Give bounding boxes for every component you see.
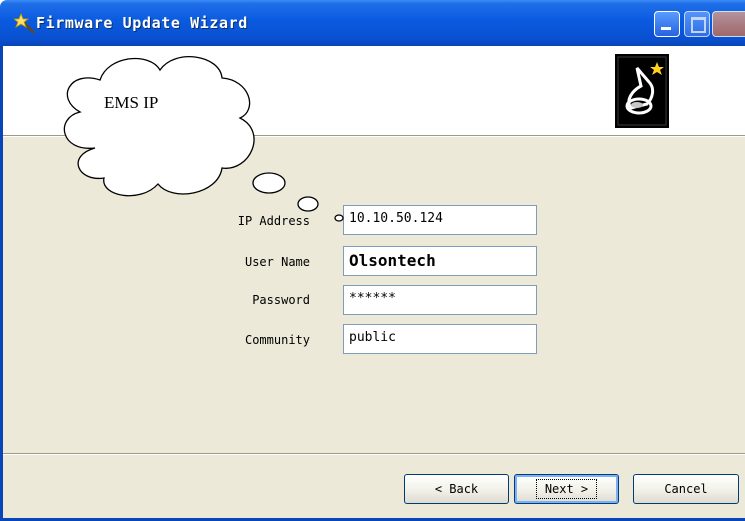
password-label: Password [252,293,310,307]
user-name-label: User Name [244,255,310,269]
callout-text: EMS IP [104,93,159,112]
minimize-button[interactable] [654,11,680,37]
user-name-input[interactable]: Olsontech [343,246,537,276]
ip-address-input[interactable]: 10.10.50.124 [343,205,537,235]
close-button[interactable] [712,11,745,37]
window-title: Firmware Update Wizard [36,14,248,32]
callout-cloud [63,56,344,222]
wizard-hat-icon [615,54,669,128]
back-button[interactable]: < Back [404,474,509,504]
community-label: Community [244,333,310,347]
next-button-label: Next > [535,479,598,499]
cancel-button[interactable]: Cancel [633,474,739,504]
title-bar[interactable]: Firmware Update Wizard [0,0,745,46]
maximize-button[interactable] [684,11,710,37]
password-input[interactable]: ****** [343,285,537,315]
footer-divider-highlight [3,454,745,455]
next-button[interactable]: Next > [514,474,619,504]
community-input[interactable]: public [343,324,537,354]
wizard-wand-icon [14,13,36,35]
